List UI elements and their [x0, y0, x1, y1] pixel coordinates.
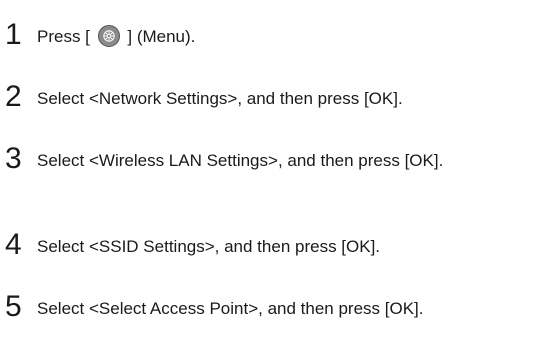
- step-text: Select <Select Access Point>, and then p…: [37, 299, 424, 318]
- step-text: Press [ ] (Menu).: [37, 25, 552, 49]
- step-text: Select <Wireless LAN Settings>, and then…: [37, 151, 444, 170]
- step-text: Select <Network Settings>, and then pres…: [37, 89, 403, 108]
- step-number: 3: [5, 142, 22, 175]
- step-text-before: Press [: [37, 27, 90, 46]
- menu-gear-icon: [97, 25, 120, 47]
- step-text-after: ] (Menu).: [127, 27, 196, 46]
- step-number: 1: [5, 18, 22, 51]
- step-number: 5: [5, 290, 22, 323]
- step-text: Select <SSID Settings>, and then press […: [37, 237, 381, 256]
- step-number: 2: [5, 80, 22, 113]
- step-number: 4: [5, 228, 22, 261]
- instruction-steps: 1 Press [ ] (Menu). 2 Select <Network Se…: [0, 0, 557, 364]
